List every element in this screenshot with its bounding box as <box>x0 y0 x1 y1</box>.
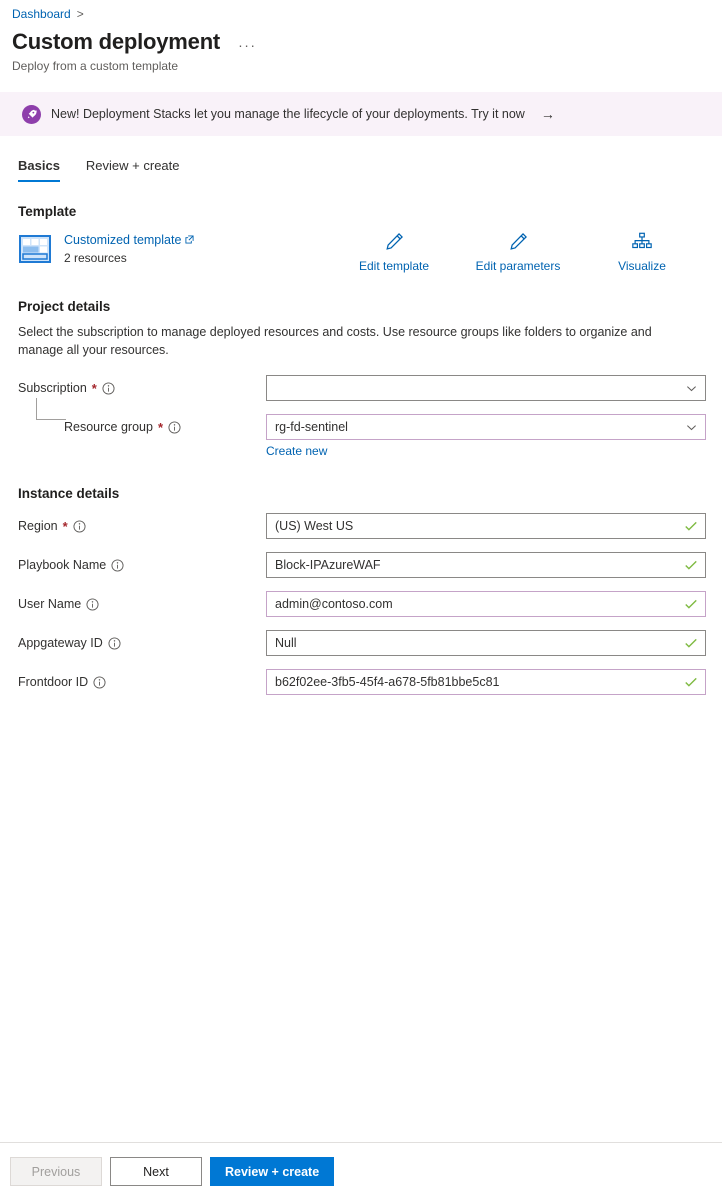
frontdoor-id-control: b62f02ee-3fb5-45f4-a678-5fb81bbe5c81 <box>266 669 706 695</box>
region-label-text: Region <box>18 519 58 533</box>
next-button[interactable]: Next <box>110 1157 202 1186</box>
template-section-heading: Template <box>18 204 77 219</box>
user-name-input[interactable]: admin@contoso.com <box>266 591 706 617</box>
playbook-name-input[interactable]: Block-IPAzureWAF <box>266 552 706 578</box>
instance-details-heading: Instance details <box>18 486 120 501</box>
pencil-icon <box>507 231 529 256</box>
field-row-resource-group: Resource group * rg-fd-sentinel Create n… <box>0 398 722 468</box>
customized-template-link[interactable]: Customized template <box>64 232 194 249</box>
appgateway-id-label: Appgateway ID <box>18 630 266 656</box>
appgateway-id-input[interactable]: Null <box>266 630 706 656</box>
resource-group-label: Resource group * <box>18 398 266 440</box>
edit-parameters-button[interactable]: Edit parameters <box>456 231 580 273</box>
rocket-icon <box>22 104 41 124</box>
hierarchy-icon <box>631 231 653 256</box>
info-icon[interactable] <box>108 636 121 650</box>
subscription-label-text: Subscription <box>18 381 87 395</box>
edit-template-button[interactable]: Edit template <box>332 231 456 273</box>
review-create-button[interactable]: Review + create <box>210 1157 335 1186</box>
info-icon[interactable] <box>73 519 86 533</box>
playbook-name-control: Block-IPAzureWAF <box>266 552 706 578</box>
page-header: Custom deployment ··· <box>0 22 722 56</box>
arrow-right-icon: → <box>540 106 555 122</box>
custom-deployment-page: Dashboard > Custom deployment ··· Deploy… <box>0 0 722 1200</box>
playbook-name-label-text: Playbook Name <box>18 558 107 572</box>
required-asterisk: * <box>62 518 68 534</box>
tab-basics[interactable]: Basics <box>18 158 60 182</box>
frontdoor-id-label: Frontdoor ID <box>18 669 266 695</box>
resource-group-label-text: Resource group <box>64 420 153 434</box>
info-icon[interactable] <box>168 420 181 434</box>
region-control: (US) West US <box>266 513 706 539</box>
project-details-description: Select the subscription to manage deploy… <box>18 325 652 357</box>
breadcrumb-item-dashboard[interactable]: Dashboard <box>12 6 71 22</box>
required-asterisk: * <box>157 419 164 435</box>
template-summary-row: Customized template 2 resources Edit tem… <box>0 231 722 277</box>
edit-parameters-label: Edit parameters <box>475 259 561 273</box>
field-row-playbook-name: Playbook Name Block-IPAzureWAF <box>0 552 722 591</box>
info-icon[interactable] <box>102 381 115 395</box>
subscription-select[interactable] <box>266 375 706 401</box>
region-label: Region * <box>18 513 266 539</box>
required-asterisk: * <box>91 380 97 396</box>
appgateway-id-label-text: Appgateway ID <box>18 636 103 650</box>
visualize-label: Visualize <box>618 259 666 273</box>
template-resource-count: 2 resources <box>64 251 127 265</box>
user-name-control: admin@contoso.com <box>266 591 706 617</box>
edit-template-label: Edit template <box>358 259 430 273</box>
template-grid-icon <box>18 232 52 266</box>
info-icon[interactable] <box>111 558 124 572</box>
instance-details-form: Region * (US) West US Playbook Name Bloc… <box>0 513 722 708</box>
appgateway-id-control: Null <box>266 630 706 656</box>
visualize-button[interactable]: Visualize <box>580 231 704 273</box>
wizard-tabs: Basics Review + create <box>0 136 722 182</box>
deployment-stacks-banner[interactable]: New! Deployment Stacks let you manage th… <box>0 92 722 136</box>
frontdoor-id-label-text: Frontdoor ID <box>18 675 89 689</box>
wizard-footer: Previous Next Review + create <box>0 1142 722 1200</box>
tab-review-create[interactable]: Review + create <box>86 158 180 182</box>
chevron-right-icon: > <box>76 7 84 21</box>
template-actions: Edit template Edit parameters Visualize <box>332 231 704 273</box>
template-meta: Customized template 2 resources <box>64 231 194 267</box>
banner-text: New! Deployment Stacks let you manage th… <box>51 106 525 121</box>
page-title: Custom deployment <box>12 29 221 54</box>
external-link-icon <box>185 232 194 249</box>
page-subtitle: Deploy from a custom template <box>12 59 179 73</box>
info-icon[interactable] <box>93 675 106 689</box>
playbook-name-label: Playbook Name <box>18 552 266 578</box>
pencil-icon <box>383 231 405 256</box>
field-row-user-name: User Name admin@contoso.com <box>0 591 722 630</box>
project-details-form: Subscription * Resource group * rg-fd-se… <box>0 375 722 468</box>
field-row-region: Region * (US) West US <box>0 513 722 552</box>
create-new-resource-group-link[interactable]: Create new <box>266 444 327 458</box>
breadcrumb: Dashboard > <box>0 0 722 22</box>
tree-connector <box>36 398 66 420</box>
customized-template-label: Customized template <box>64 233 182 247</box>
region-input[interactable]: (US) West US <box>266 513 706 539</box>
user-name-label: User Name <box>18 591 266 617</box>
subscription-control <box>266 375 706 401</box>
resource-group-control: rg-fd-sentinel Create new <box>266 414 706 460</box>
field-row-subscription: Subscription * <box>0 375 722 414</box>
info-icon[interactable] <box>86 597 99 611</box>
previous-button[interactable]: Previous <box>10 1157 102 1186</box>
field-row-appgateway-id: Appgateway ID Null <box>0 630 722 669</box>
frontdoor-id-input[interactable]: b62f02ee-3fb5-45f4-a678-5fb81bbe5c81 <box>266 669 706 695</box>
user-name-label-text: User Name <box>18 597 82 611</box>
more-options-button[interactable]: ··· <box>234 35 261 55</box>
resource-group-select[interactable]: rg-fd-sentinel <box>266 414 706 440</box>
field-row-frontdoor-id: Frontdoor ID b62f02ee-3fb5-45f4-a678-5fb… <box>0 669 722 708</box>
project-details-heading: Project details <box>18 299 111 314</box>
